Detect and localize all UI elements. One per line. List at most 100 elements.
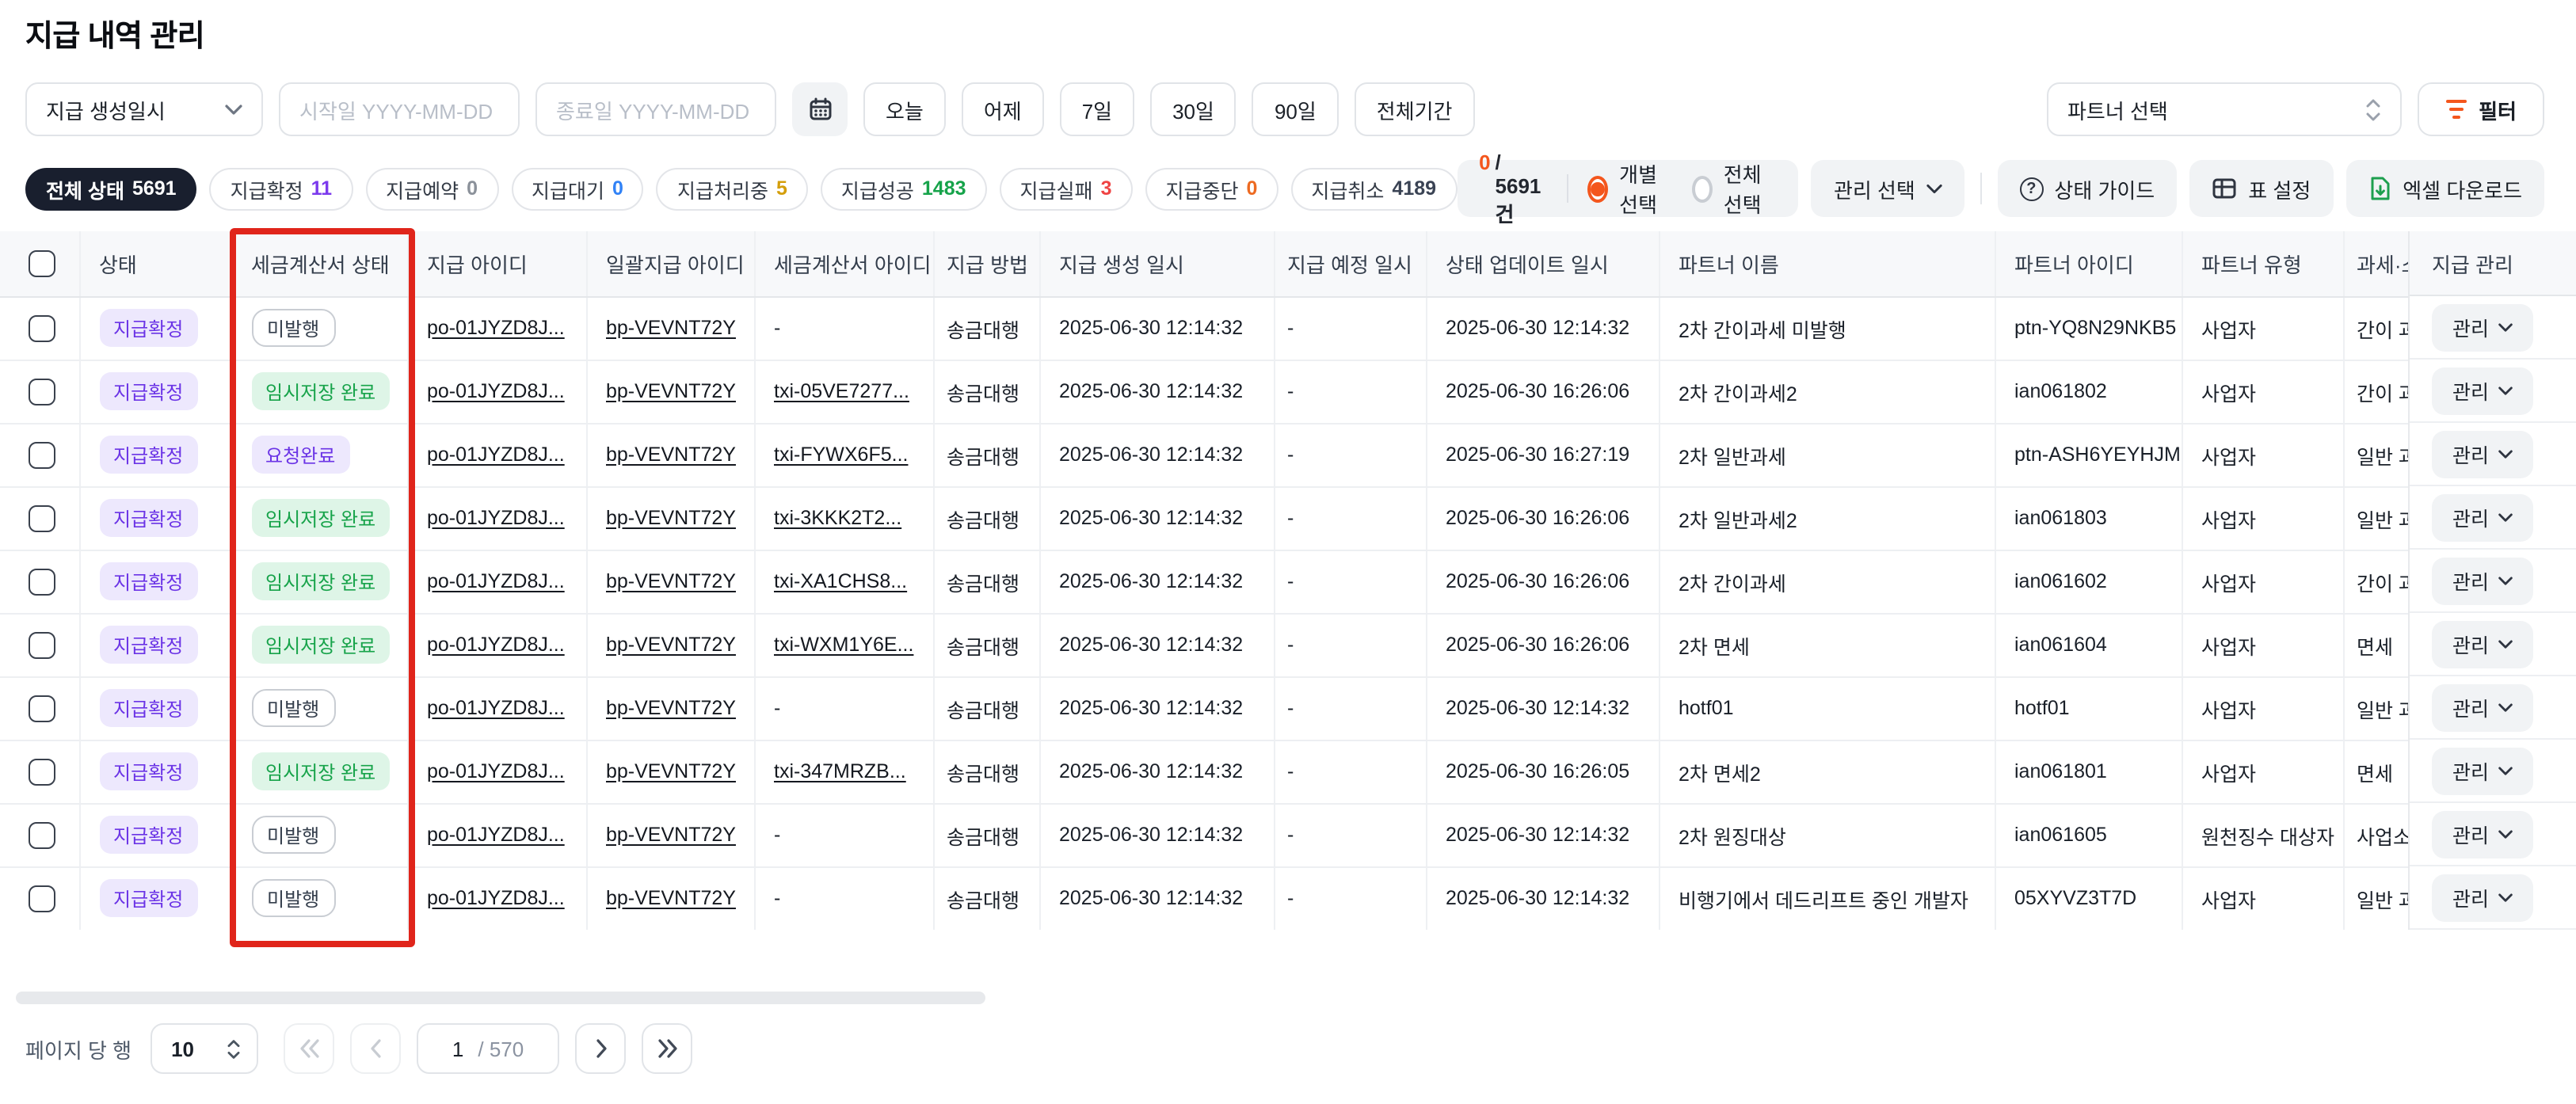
cell-tax-type: 면세	[2357, 763, 2393, 785]
tax-invoice-id-link[interactable]: txi-3KKK2T2...	[774, 507, 901, 529]
tax-invoice-status-badge: 임시저장 완료	[251, 626, 390, 664]
payout-id-link[interactable]: po-01JYZD8J...	[427, 570, 565, 592]
payout-id-link[interactable]: po-01JYZD8J...	[427, 380, 565, 402]
payout-id-link[interactable]: po-01JYZD8J...	[427, 760, 565, 782]
table-row: 지급확정임시저장 완료po-01JYZD8J...bp-VEVNT72Ytxi-…	[0, 486, 2576, 550]
bulk-payout-id-link[interactable]: bp-VEVNT72Y	[606, 760, 736, 782]
row-checkbox[interactable]	[29, 378, 55, 405]
bulk-payout-id-link[interactable]: bp-VEVNT72Y	[606, 317, 736, 339]
row-manage-button[interactable]: 관리	[2432, 874, 2533, 921]
row-checkbox[interactable]	[29, 695, 55, 721]
status-chip-3[interactable]: 지급대기0	[511, 167, 644, 210]
row-checkbox[interactable]	[29, 885, 55, 912]
table-settings-button[interactable]: 표 설정	[2189, 160, 2333, 217]
row-manage-button[interactable]: 관리	[2432, 747, 2533, 794]
quick-range-button-4[interactable]: 90일	[1252, 82, 1339, 136]
row-manage-button[interactable]: 관리	[2432, 367, 2533, 414]
bulk-payout-id-link[interactable]: bp-VEVNT72Y	[606, 634, 736, 656]
cell-partner-name: 2차 원징대상	[1679, 826, 1786, 848]
status-chip-2[interactable]: 지급예약0	[365, 167, 498, 210]
radio-select-all[interactable]: 전체선택	[1691, 158, 1777, 219]
tax-invoice-id-link[interactable]: txi-347MRZB...	[774, 760, 906, 782]
quick-range-button-3[interactable]: 30일	[1150, 82, 1237, 136]
bulk-payout-id-link[interactable]: bp-VEVNT72Y	[606, 697, 736, 719]
table-row: 지급확정요청완료po-01JYZD8J...bp-VEVNT72Ytxi-FYW…	[0, 423, 2576, 486]
cell-partner-id: ian061605	[2014, 824, 2107, 846]
bulk-payout-id-link[interactable]: bp-VEVNT72Y	[606, 824, 736, 846]
row-checkbox[interactable]	[29, 504, 55, 531]
row-checkbox[interactable]	[29, 441, 55, 468]
status-chip-7[interactable]: 지급중단0	[1145, 167, 1278, 210]
radio-selected-icon[interactable]	[1587, 175, 1608, 202]
row-manage-button[interactable]: 관리	[2432, 683, 2533, 731]
date-type-select[interactable]: 지급 생성일시	[25, 82, 263, 136]
page-indicator[interactable]: 1 / 570	[417, 1023, 559, 1074]
tax-invoice-id-empty: -	[774, 697, 780, 719]
tax-invoice-id-link[interactable]: txi-WXM1Y6E...	[774, 634, 913, 656]
quick-range-button-5[interactable]: 전체기간	[1355, 82, 1475, 136]
rows-per-page-select[interactable]: 10	[151, 1023, 258, 1074]
question-circle-icon: ?	[2019, 177, 2043, 200]
tax-invoice-id-link[interactable]: txi-05VE7277...	[774, 380, 909, 402]
payout-id-link[interactable]: po-01JYZD8J...	[427, 824, 565, 846]
row-checkbox[interactable]	[29, 568, 55, 595]
calendar-button[interactable]	[792, 82, 848, 136]
tax-invoice-id-link[interactable]: txi-XA1CHS8...	[774, 570, 907, 592]
row-manage-button[interactable]: 관리	[2432, 620, 2533, 668]
row-checkbox[interactable]	[29, 821, 55, 848]
row-manage-button[interactable]: 관리	[2432, 430, 2533, 478]
quick-range-button-1[interactable]: 어제	[962, 82, 1044, 136]
column-header-partner-id: 파트너 아이디	[1995, 231, 2182, 296]
radio-individual-select[interactable]: 개별선택	[1587, 158, 1673, 219]
start-date-input[interactable]: 시작일 YYYY-MM-DD	[279, 82, 520, 136]
payout-id-link[interactable]: po-01JYZD8J...	[427, 444, 565, 466]
payout-id-link[interactable]: po-01JYZD8J...	[427, 634, 565, 656]
row-manage-button[interactable]: 관리	[2432, 303, 2533, 351]
excel-download-button[interactable]: 엑셀 다운로드	[2345, 160, 2544, 217]
quick-range-button-2[interactable]: 7일	[1060, 82, 1134, 136]
radio-unselected-icon[interactable]	[1691, 175, 1712, 202]
previous-page-button[interactable]	[350, 1023, 401, 1074]
status-chip-1[interactable]: 지급확정11	[210, 167, 352, 210]
current-page: 1	[452, 1037, 463, 1060]
payout-id-link[interactable]: po-01JYZD8J...	[427, 697, 565, 719]
payout-id-link[interactable]: po-01JYZD8J...	[427, 507, 565, 529]
bulk-payout-id-link[interactable]: bp-VEVNT72Y	[606, 444, 736, 466]
manage-select-button[interactable]: 관리 선택	[1812, 160, 1964, 217]
bulk-payout-id-link[interactable]: bp-VEVNT72Y	[606, 380, 736, 402]
row-checkbox[interactable]	[29, 314, 55, 341]
cell-method: 송금대행	[947, 319, 1019, 341]
column-header-manage: 지급 관리	[2410, 231, 2576, 296]
bulk-payout-id-link[interactable]: bp-VEVNT72Y	[606, 887, 736, 909]
status-chip-4[interactable]: 지급처리중5	[657, 167, 808, 210]
payout-status-badge: 지급확정	[99, 689, 197, 727]
payout-id-link[interactable]: po-01JYZD8J...	[427, 887, 565, 909]
payout-id-link[interactable]: po-01JYZD8J...	[427, 317, 565, 339]
bulk-payout-id-link[interactable]: bp-VEVNT72Y	[606, 570, 736, 592]
status-chip-0[interactable]: 전체 상태5691	[25, 167, 197, 210]
horizontal-scrollbar[interactable]	[16, 992, 985, 1004]
status-chip-6[interactable]: 지급실패3	[1000, 167, 1133, 210]
row-manage-button[interactable]: 관리	[2432, 810, 2533, 858]
end-date-input[interactable]: 종료일 YYYY-MM-DD	[535, 82, 776, 136]
bulk-payout-id-link[interactable]: bp-VEVNT72Y	[606, 507, 736, 529]
last-page-button[interactable]	[642, 1023, 692, 1074]
column-header-partner-name: 파트너 이름	[1659, 231, 1995, 296]
first-page-button[interactable]	[284, 1023, 334, 1074]
chevron-right-icon	[595, 1039, 606, 1058]
row-checkbox[interactable]	[29, 758, 55, 785]
row-manage-button[interactable]: 관리	[2432, 493, 2533, 541]
partner-select[interactable]: 파트너 선택	[2047, 82, 2402, 136]
status-guide-button[interactable]: ? 상태 가이드	[1997, 160, 2177, 217]
status-chip-5[interactable]: 지급성공1483	[821, 167, 987, 210]
filter-button[interactable]: 필터	[2418, 82, 2544, 136]
quick-range-button-0[interactable]: 오늘	[863, 82, 946, 136]
tax-invoice-id-link[interactable]: txi-FYWX6F5...	[774, 444, 908, 466]
row-checkbox[interactable]	[29, 631, 55, 658]
manage-button-label: 관리	[2452, 882, 2489, 912]
next-page-button[interactable]	[575, 1023, 626, 1074]
filter-row: 지급 생성일시 시작일 YYYY-MM-DD 종료일 YYYY-MM-DD 오늘…	[25, 82, 2544, 136]
select-all-checkbox[interactable]	[29, 250, 55, 277]
status-chip-8[interactable]: 지급취소4189	[1290, 167, 1457, 210]
row-manage-button[interactable]: 관리	[2432, 557, 2533, 604]
